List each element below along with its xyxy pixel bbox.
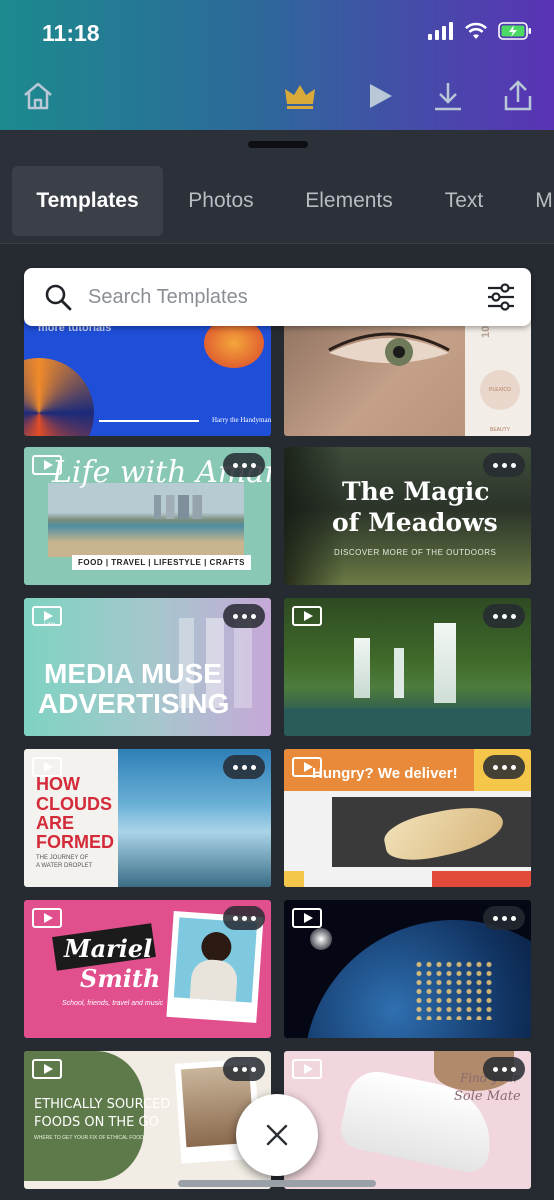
home-icon[interactable]	[20, 78, 56, 114]
video-icon	[292, 606, 322, 626]
video-icon	[292, 908, 322, 928]
more-options-button[interactable]	[223, 1057, 265, 1081]
template-card-ethically-sourced[interactable]: ETHICALLY SOURCED FOODS ON THE GO WHERE …	[24, 1051, 271, 1189]
card-text: Harry the Handyman	[212, 416, 271, 424]
video-icon	[32, 1059, 62, 1079]
more-options-button[interactable]	[483, 755, 525, 779]
card-line	[99, 420, 199, 422]
card-title: Sole Mate	[454, 1089, 521, 1104]
video-icon	[32, 455, 62, 475]
template-card-food-delivery[interactable]: Hungry? We deliver!	[284, 749, 531, 887]
tab-templates[interactable]: Templates	[12, 166, 163, 236]
template-card-sole-mate[interactable]: Find your Sole Mate	[284, 1051, 531, 1189]
signal-icon	[428, 22, 453, 40]
more-options-button[interactable]	[483, 906, 525, 930]
card-waterfall	[434, 623, 456, 703]
card-accent	[284, 871, 304, 887]
card-city-lights	[414, 960, 494, 1020]
tab-photos[interactable]: Photos	[170, 166, 272, 236]
close-button[interactable]	[236, 1094, 318, 1176]
card-subtitle: A WATER DROPLET	[36, 863, 93, 869]
card-waterfall	[354, 638, 370, 698]
card-skyline	[154, 495, 214, 519]
card-title: The Magic	[342, 477, 490, 506]
video-icon	[292, 757, 322, 777]
home-indicator	[178, 1180, 376, 1187]
more-options-button[interactable]	[483, 1057, 525, 1081]
template-card-earth[interactable]	[284, 900, 531, 1038]
card-title: Mariel	[64, 934, 153, 963]
search-bar[interactable]	[24, 268, 531, 326]
crown-icon[interactable]	[282, 78, 318, 114]
more-options-button[interactable]	[483, 453, 525, 477]
close-icon	[266, 1124, 288, 1146]
template-card-life-with-amanda[interactable]: Life with Amanda FOOD | TRAVEL | LIFESTY…	[24, 447, 271, 585]
card-photo	[48, 483, 244, 557]
share-icon[interactable]	[500, 78, 536, 114]
filter-icon[interactable]	[486, 283, 516, 311]
card-waterfall	[394, 648, 404, 698]
wifi-icon	[465, 22, 487, 39]
battery-icon	[498, 22, 531, 40]
card-subtitle: DISCOVER MORE OF THE OUTDOORS	[334, 548, 497, 557]
card-subtitle: THE JOURNEY OF	[36, 855, 89, 861]
card-tags: FOOD | TRAVEL | LIFESTYLE | CRAFTS	[72, 555, 251, 570]
search-icon	[45, 284, 72, 311]
card-accent	[432, 871, 531, 887]
card-pool	[284, 708, 531, 736]
drawer-handle[interactable]	[248, 141, 308, 148]
video-icon	[292, 1059, 322, 1079]
template-card-how-clouds-are-formed[interactable]: HOW CLOUDS ARE FORMED THE JOURNEY OF A W…	[24, 749, 271, 887]
card-title: ADVERTISING	[38, 688, 230, 719]
more-options-button[interactable]	[223, 906, 265, 930]
card-portrait	[173, 917, 258, 1003]
card-title: ETHICALLY SOURCED	[34, 1097, 171, 1112]
card-title: CLOUDS	[36, 794, 112, 814]
card-portrait-head	[200, 931, 233, 964]
video-icon	[32, 757, 62, 777]
card-portrait-body	[189, 958, 239, 1002]
play-icon[interactable]	[362, 78, 398, 114]
tab-bar: Templates Photos Elements Text M	[0, 160, 554, 244]
tab-more[interactable]: M	[524, 166, 554, 236]
download-icon[interactable]	[430, 78, 466, 114]
top-toolbar: 11:18	[0, 0, 554, 130]
card-title: ARE	[36, 813, 75, 833]
eye-illustration	[328, 332, 450, 366]
card-decoration	[24, 358, 94, 436]
tab-text[interactable]: Text	[428, 166, 500, 236]
more-options-button[interactable]	[483, 604, 525, 628]
template-card-magic-of-meadows[interactable]: The Magic of Meadows DISCOVER MORE OF TH…	[284, 447, 531, 585]
search-input[interactable]	[88, 268, 468, 326]
card-tagline: School, friends, travel and music	[62, 1000, 164, 1007]
card-badge: PLEXICO BEAUTY	[480, 370, 520, 433]
status-icons	[428, 22, 532, 40]
status-time: 11:18	[42, 20, 100, 46]
video-icon	[32, 908, 62, 928]
card-title: FOODS ON THE GO	[34, 1115, 159, 1130]
card-subtitle: WHERE TO GET YOUR FIX OF ETHICAL FOOD	[34, 1135, 144, 1141]
more-options-button[interactable]	[223, 755, 265, 779]
template-card-waterfall[interactable]	[284, 598, 531, 736]
template-card-mariel-smith[interactable]: Mariel Smith School, friends, travel and…	[24, 900, 271, 1038]
template-card-media-muse[interactable]: Line MEDIA MUSE ADVERTISING	[24, 598, 271, 736]
video-icon	[32, 606, 62, 626]
more-options-button[interactable]	[223, 453, 265, 477]
card-title: HOW	[36, 774, 80, 794]
card-title: MEDIA MUSE	[44, 658, 222, 689]
tab-elements[interactable]: Elements	[288, 166, 410, 236]
card-title: Smith	[80, 964, 161, 993]
more-options-button[interactable]	[223, 604, 265, 628]
card-title: of Meadows	[332, 508, 498, 537]
card-banner-text: Hungry? We deliver!	[312, 765, 458, 782]
card-title: FORMED	[36, 832, 114, 852]
card-sunglow	[310, 928, 332, 950]
